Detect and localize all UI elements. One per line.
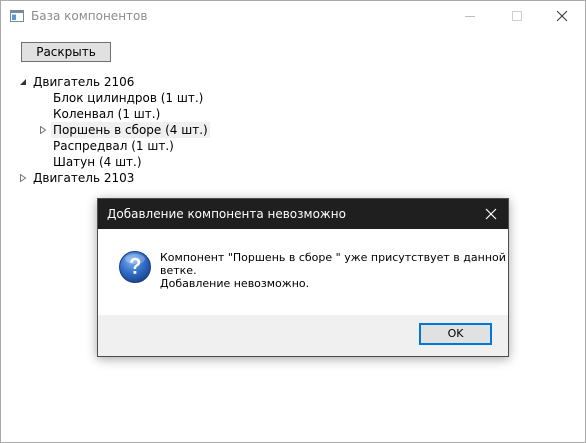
ok-button[interactable]: OK: [419, 323, 492, 345]
dialog-message-line: ветке.: [160, 264, 197, 277]
expand-button[interactable]: Раскрыть: [21, 42, 111, 62]
dialog-titlebar[interactable]: Добавление компонента невозможно: [98, 199, 508, 229]
dialog-title: Добавление компонента невозможно: [107, 207, 346, 221]
tree-node-label[interactable]: Распредвал (1 шт.): [51, 138, 176, 154]
tree-node-label[interactable]: Двигатель 2103: [31, 170, 136, 186]
window-title: База компонентов: [31, 9, 148, 23]
tree-node-label[interactable]: Коленвал (1 шт.): [51, 106, 162, 122]
message-dialog: Добавление компонента невозможно Компоне…: [97, 198, 509, 357]
close-icon: [485, 208, 497, 220]
maximize-button[interactable]: [494, 1, 540, 32]
dialog-message: Компонент "Поршень в сборе " уже присутс…: [160, 251, 506, 290]
dialog-message-line: Добавление невозможно.: [160, 277, 310, 290]
close-icon: [556, 10, 568, 22]
maximize-icon: [512, 11, 522, 21]
window-titlebar[interactable]: База компонентов: [1, 1, 585, 32]
collapsed-arrow-icon[interactable]: [19, 174, 27, 182]
dialog-body: Компонент "Поршень в сборе " уже присутс…: [98, 229, 508, 315]
close-button[interactable]: [539, 1, 585, 32]
tree-node-label[interactable]: Поршень в сборе (4 шт.): [51, 122, 210, 138]
dialog-footer: OK: [98, 315, 508, 356]
app-window-icon: [10, 10, 24, 22]
minimize-button[interactable]: [447, 1, 493, 32]
collapsed-arrow-icon[interactable]: [39, 126, 47, 134]
tree-node-label[interactable]: Шатун (4 шт.): [51, 154, 144, 170]
tree-node-label[interactable]: Блок цилиндров (1 шт.): [51, 90, 205, 106]
minimize-icon: [465, 16, 475, 17]
expanded-arrow-icon[interactable]: [19, 78, 27, 86]
question-icon: [119, 251, 151, 283]
tree-node-label[interactable]: Двигатель 2106: [31, 74, 136, 90]
dialog-close-button[interactable]: [474, 199, 508, 229]
dialog-message-line: Компонент "Поршень в сборе " уже присутс…: [160, 251, 506, 264]
